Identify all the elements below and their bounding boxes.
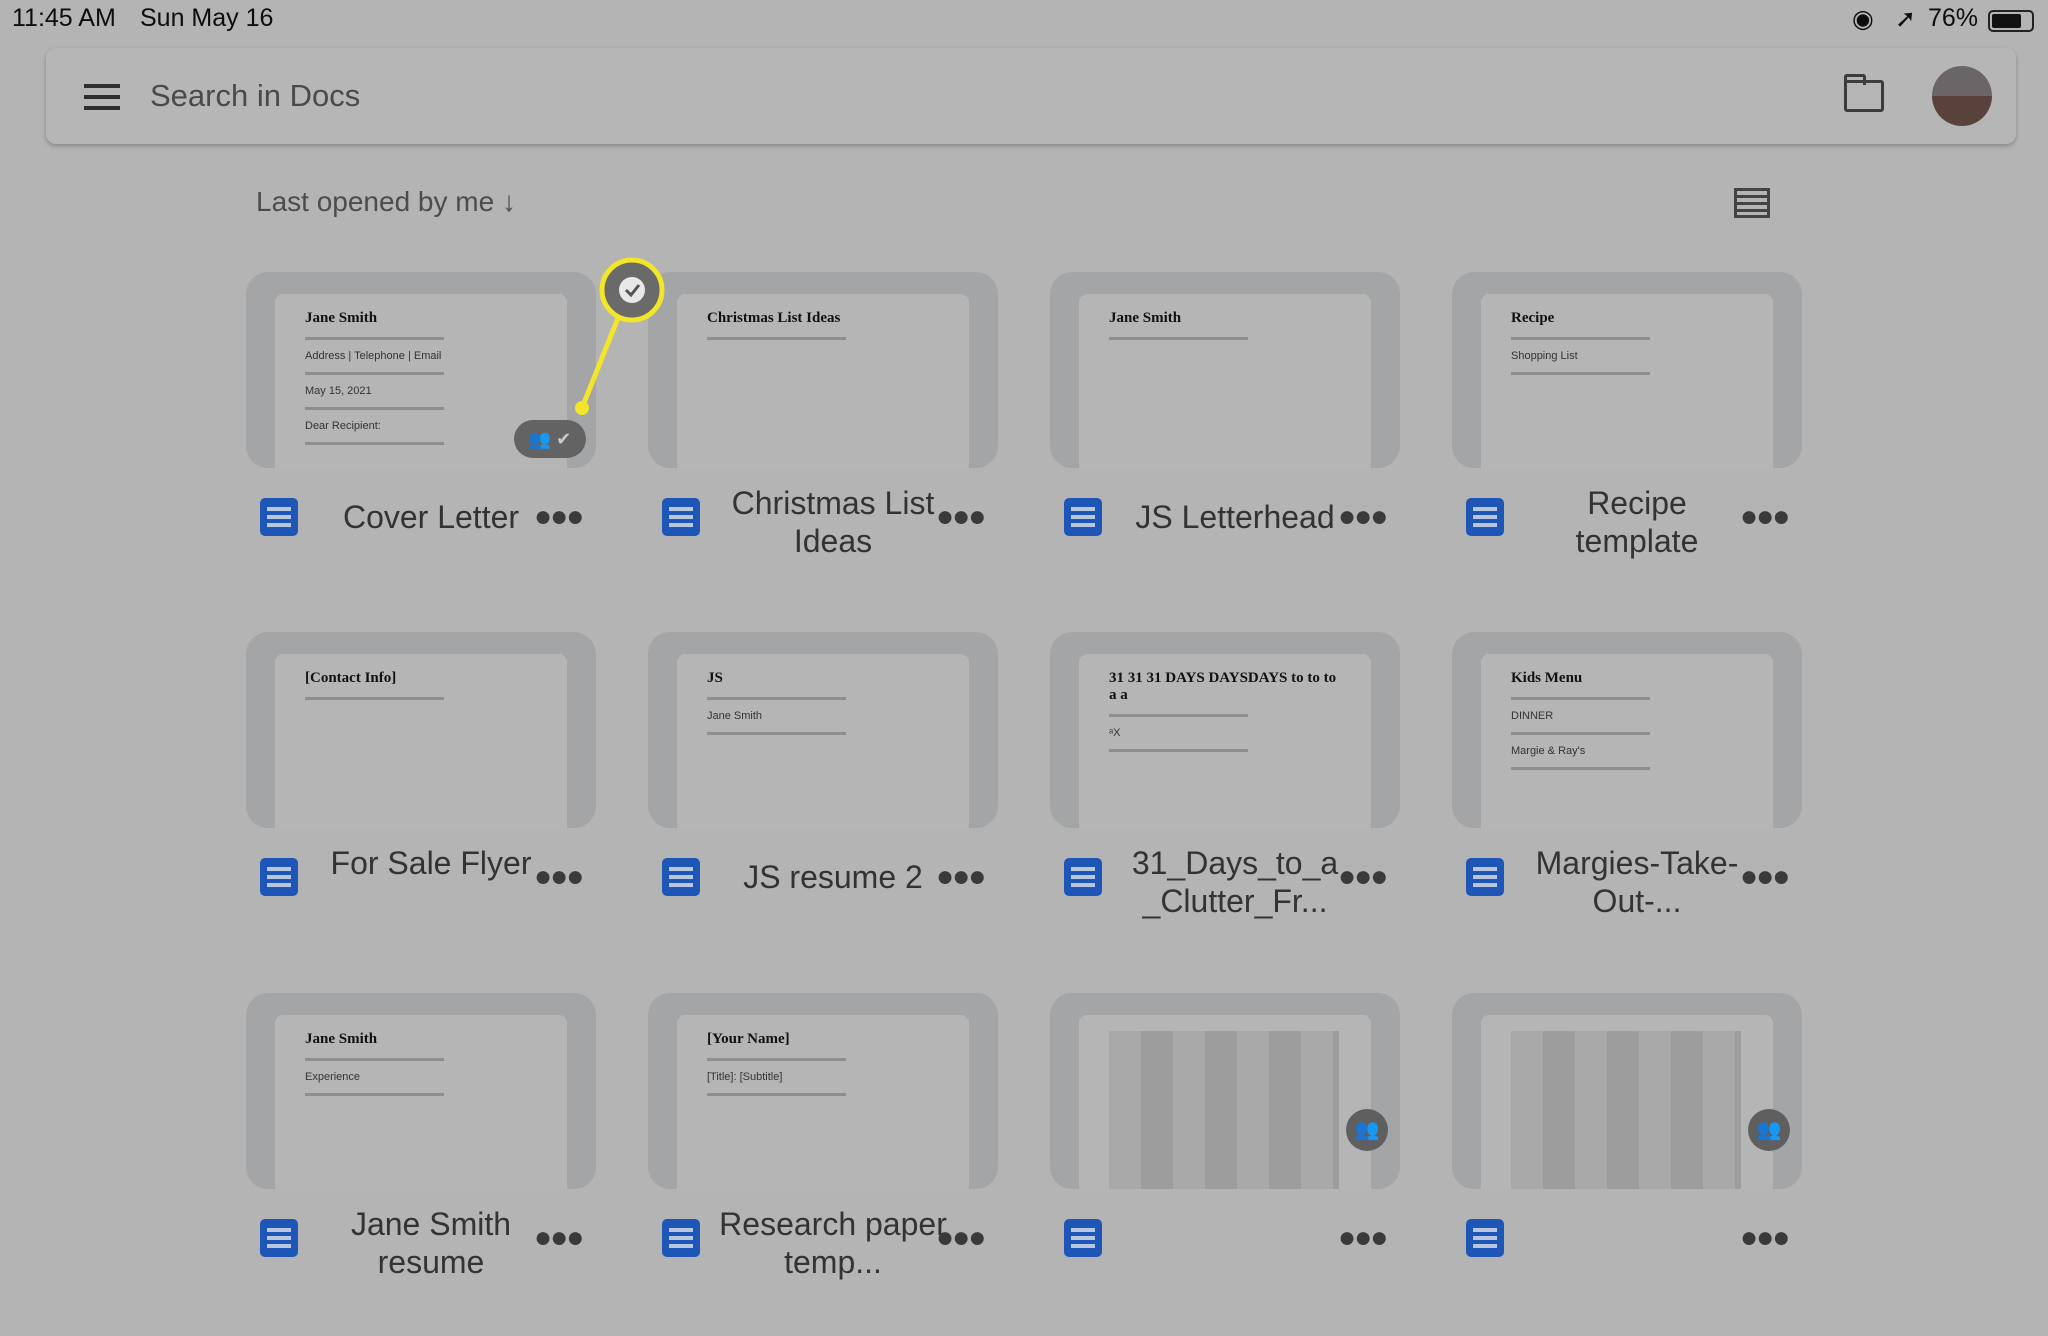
- offline-check-icon: [619, 277, 645, 303]
- status-badge: 👥 ✔: [514, 420, 586, 458]
- offline-check-icon: ✔: [556, 429, 572, 449]
- callout-line: [579, 317, 621, 409]
- callout-dot: [575, 401, 589, 415]
- highlight-callout: [575, 257, 665, 415]
- shared-icon: 👥: [528, 429, 552, 449]
